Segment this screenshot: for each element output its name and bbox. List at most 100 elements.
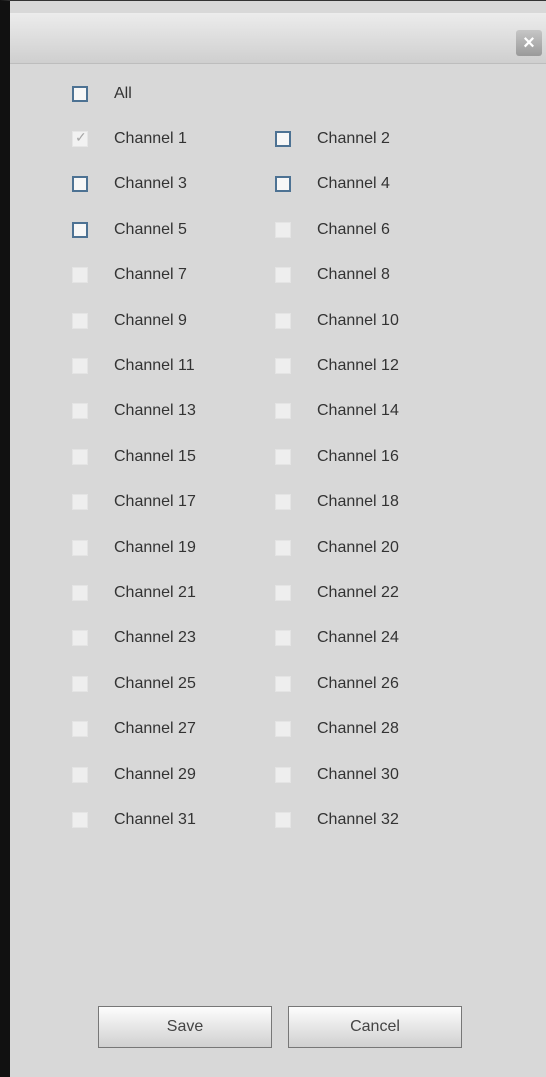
channel-checkbox-label: Channel 2: [317, 130, 390, 147]
channel-checkbox[interactable]: [72, 221, 88, 238]
channel-checkbox-label: Channel 31: [114, 811, 196, 828]
channel-checkbox-label: Channel 15: [114, 447, 196, 465]
channel-checkbox-row: Channel 24: [275, 624, 399, 652]
channel-checkbox: [72, 494, 88, 511]
channel-checkbox-label: Channel 8: [317, 266, 390, 284]
channel-checkbox-row: Channel 28: [275, 715, 399, 743]
channel-checkbox: [275, 221, 291, 238]
all-checkbox-row[interactable]: All: [72, 80, 132, 108]
channel-checkbox: [72, 675, 88, 692]
all-checkbox-label: All: [114, 85, 132, 102]
channel-checkbox-row: Channel 19: [72, 534, 196, 562]
save-button[interactable]: Save: [98, 1006, 272, 1048]
channel-checkbox: [275, 766, 291, 783]
channel-checkbox: [72, 448, 88, 465]
channel-checkbox-row: Channel 14: [275, 397, 399, 425]
channel-checkbox-row: Channel 15: [72, 443, 196, 471]
channel-checkbox-label: Channel 7: [114, 266, 187, 284]
channel-checkbox-row: Channel 25: [72, 670, 196, 698]
channel-checkbox-row: Channel 23: [72, 624, 196, 652]
channel-checkbox-row: Channel 12: [275, 352, 399, 380]
channel-checkbox-row[interactable]: Channel 4: [275, 170, 390, 198]
channel-checkbox: [72, 630, 88, 647]
channel-checkbox-row: Channel 22: [275, 579, 399, 607]
channel-checkbox: [72, 312, 88, 329]
channel-checkbox-label: Channel 22: [317, 584, 399, 601]
channel-checkbox-label: Channel 23: [114, 629, 196, 647]
all-checkbox[interactable]: [72, 86, 88, 102]
channel-checkbox-row: Channel 26: [275, 670, 399, 698]
channel-checkbox: [275, 312, 291, 329]
channel-checkbox-label: Channel 12: [317, 357, 399, 374]
channel-checkbox-row: Channel 29: [72, 761, 196, 789]
cancel-button[interactable]: Cancel: [288, 1006, 462, 1048]
channel-select-dialog: × All Channel 1 Channel 2 Channel 3 Channel…: [0, 0, 546, 1077]
channel-checkbox: [275, 675, 291, 692]
channel-checkbox-row: Channel 27: [72, 715, 196, 743]
channel-checkbox-label: Channel 3: [114, 175, 187, 193]
channel-checkbox-row: Channel 10: [275, 307, 399, 335]
channel-checkbox-row[interactable]: Channel 3: [72, 170, 187, 198]
channel-checkbox: [72, 403, 88, 420]
channel-checkbox-label: Channel 24: [317, 629, 399, 647]
channel-checkbox: [275, 494, 291, 511]
channel-checkbox-label: Channel 17: [114, 493, 196, 511]
channel-checkbox-row: Channel 30: [275, 761, 399, 789]
channel-checkbox: [275, 448, 291, 465]
channel-checkbox-row: Channel 1: [72, 125, 187, 153]
channel-checkbox: [72, 129, 88, 147]
channel-checkbox-row: Channel 6: [275, 216, 390, 244]
channel-checkbox: [72, 812, 88, 828]
channel-checkbox: [275, 539, 291, 556]
channel-checkbox-label: Channel 10: [317, 311, 399, 329]
channel-checkbox-row: Channel 31: [72, 806, 196, 834]
channel-checkbox-label: Channel 13: [114, 402, 196, 420]
channel-checkbox-label: Channel 32: [317, 811, 399, 828]
channel-checkbox-row[interactable]: Channel 2: [275, 125, 390, 153]
channel-checkbox: [275, 585, 291, 601]
channel-checkbox-row: Channel 11: [72, 352, 195, 380]
channel-checkbox: [275, 403, 291, 420]
channel-checkbox-row: Channel 16: [275, 443, 399, 471]
channel-checkbox: [275, 812, 291, 828]
channel-checkbox-label: Channel 28: [317, 720, 399, 738]
channel-checkbox-label: Channel 14: [317, 402, 399, 420]
channel-checkbox: [72, 585, 88, 601]
channel-checkbox-row: Channel 20: [275, 534, 399, 562]
channel-checkbox: [72, 721, 88, 738]
channel-checkbox-label: Channel 21: [114, 584, 196, 601]
close-icon[interactable]: ×: [516, 30, 542, 56]
channel-checkbox-label: Channel 26: [317, 674, 399, 692]
channel-checkbox-label: Channel 29: [114, 765, 196, 783]
channel-checkbox-label: Channel 20: [317, 538, 399, 556]
channel-checkbox-row: Channel 17: [72, 488, 196, 516]
channel-checkbox-row: Channel 9: [72, 307, 187, 335]
channel-checkbox-label: Channel 16: [317, 447, 399, 465]
channel-checkbox-label: Channel 4: [317, 175, 390, 193]
channel-checkbox-label: Channel 30: [317, 765, 399, 783]
channel-checkbox-label: Channel 5: [114, 220, 187, 238]
channel-checkbox-row: Channel 18: [275, 488, 399, 516]
dialog-titlebar: ×: [10, 13, 546, 64]
channel-checkbox-label: Channel 11: [114, 357, 195, 374]
channel-checkbox-label: Channel 9: [114, 311, 187, 329]
channel-checkbox[interactable]: [275, 176, 291, 193]
channel-checkbox-label: Channel 25: [114, 674, 196, 692]
channel-checkbox: [72, 539, 88, 556]
channel-checkbox[interactable]: [72, 176, 88, 193]
channel-checkbox: [72, 358, 88, 374]
channel-checkbox-row[interactable]: Channel 5: [72, 216, 187, 244]
channel-checkbox-label: Channel 6: [317, 220, 390, 238]
channel-checkbox: [72, 267, 88, 284]
channel-checkbox-label: Channel 1: [114, 130, 187, 147]
channel-checkbox: [72, 766, 88, 783]
channel-checkbox-row: Channel 7: [72, 261, 187, 289]
channel-checkbox: [275, 358, 291, 374]
channel-checkbox-row: Channel 13: [72, 397, 196, 425]
channel-checkbox-label: Channel 18: [317, 493, 399, 511]
channel-checkbox-row: Channel 21: [72, 579, 196, 607]
channel-checkbox-label: Channel 19: [114, 538, 196, 556]
channel-checkbox-row: Channel 8: [275, 261, 390, 289]
channel-checkbox[interactable]: [275, 131, 291, 147]
channel-checkbox-row: Channel 32: [275, 806, 399, 834]
